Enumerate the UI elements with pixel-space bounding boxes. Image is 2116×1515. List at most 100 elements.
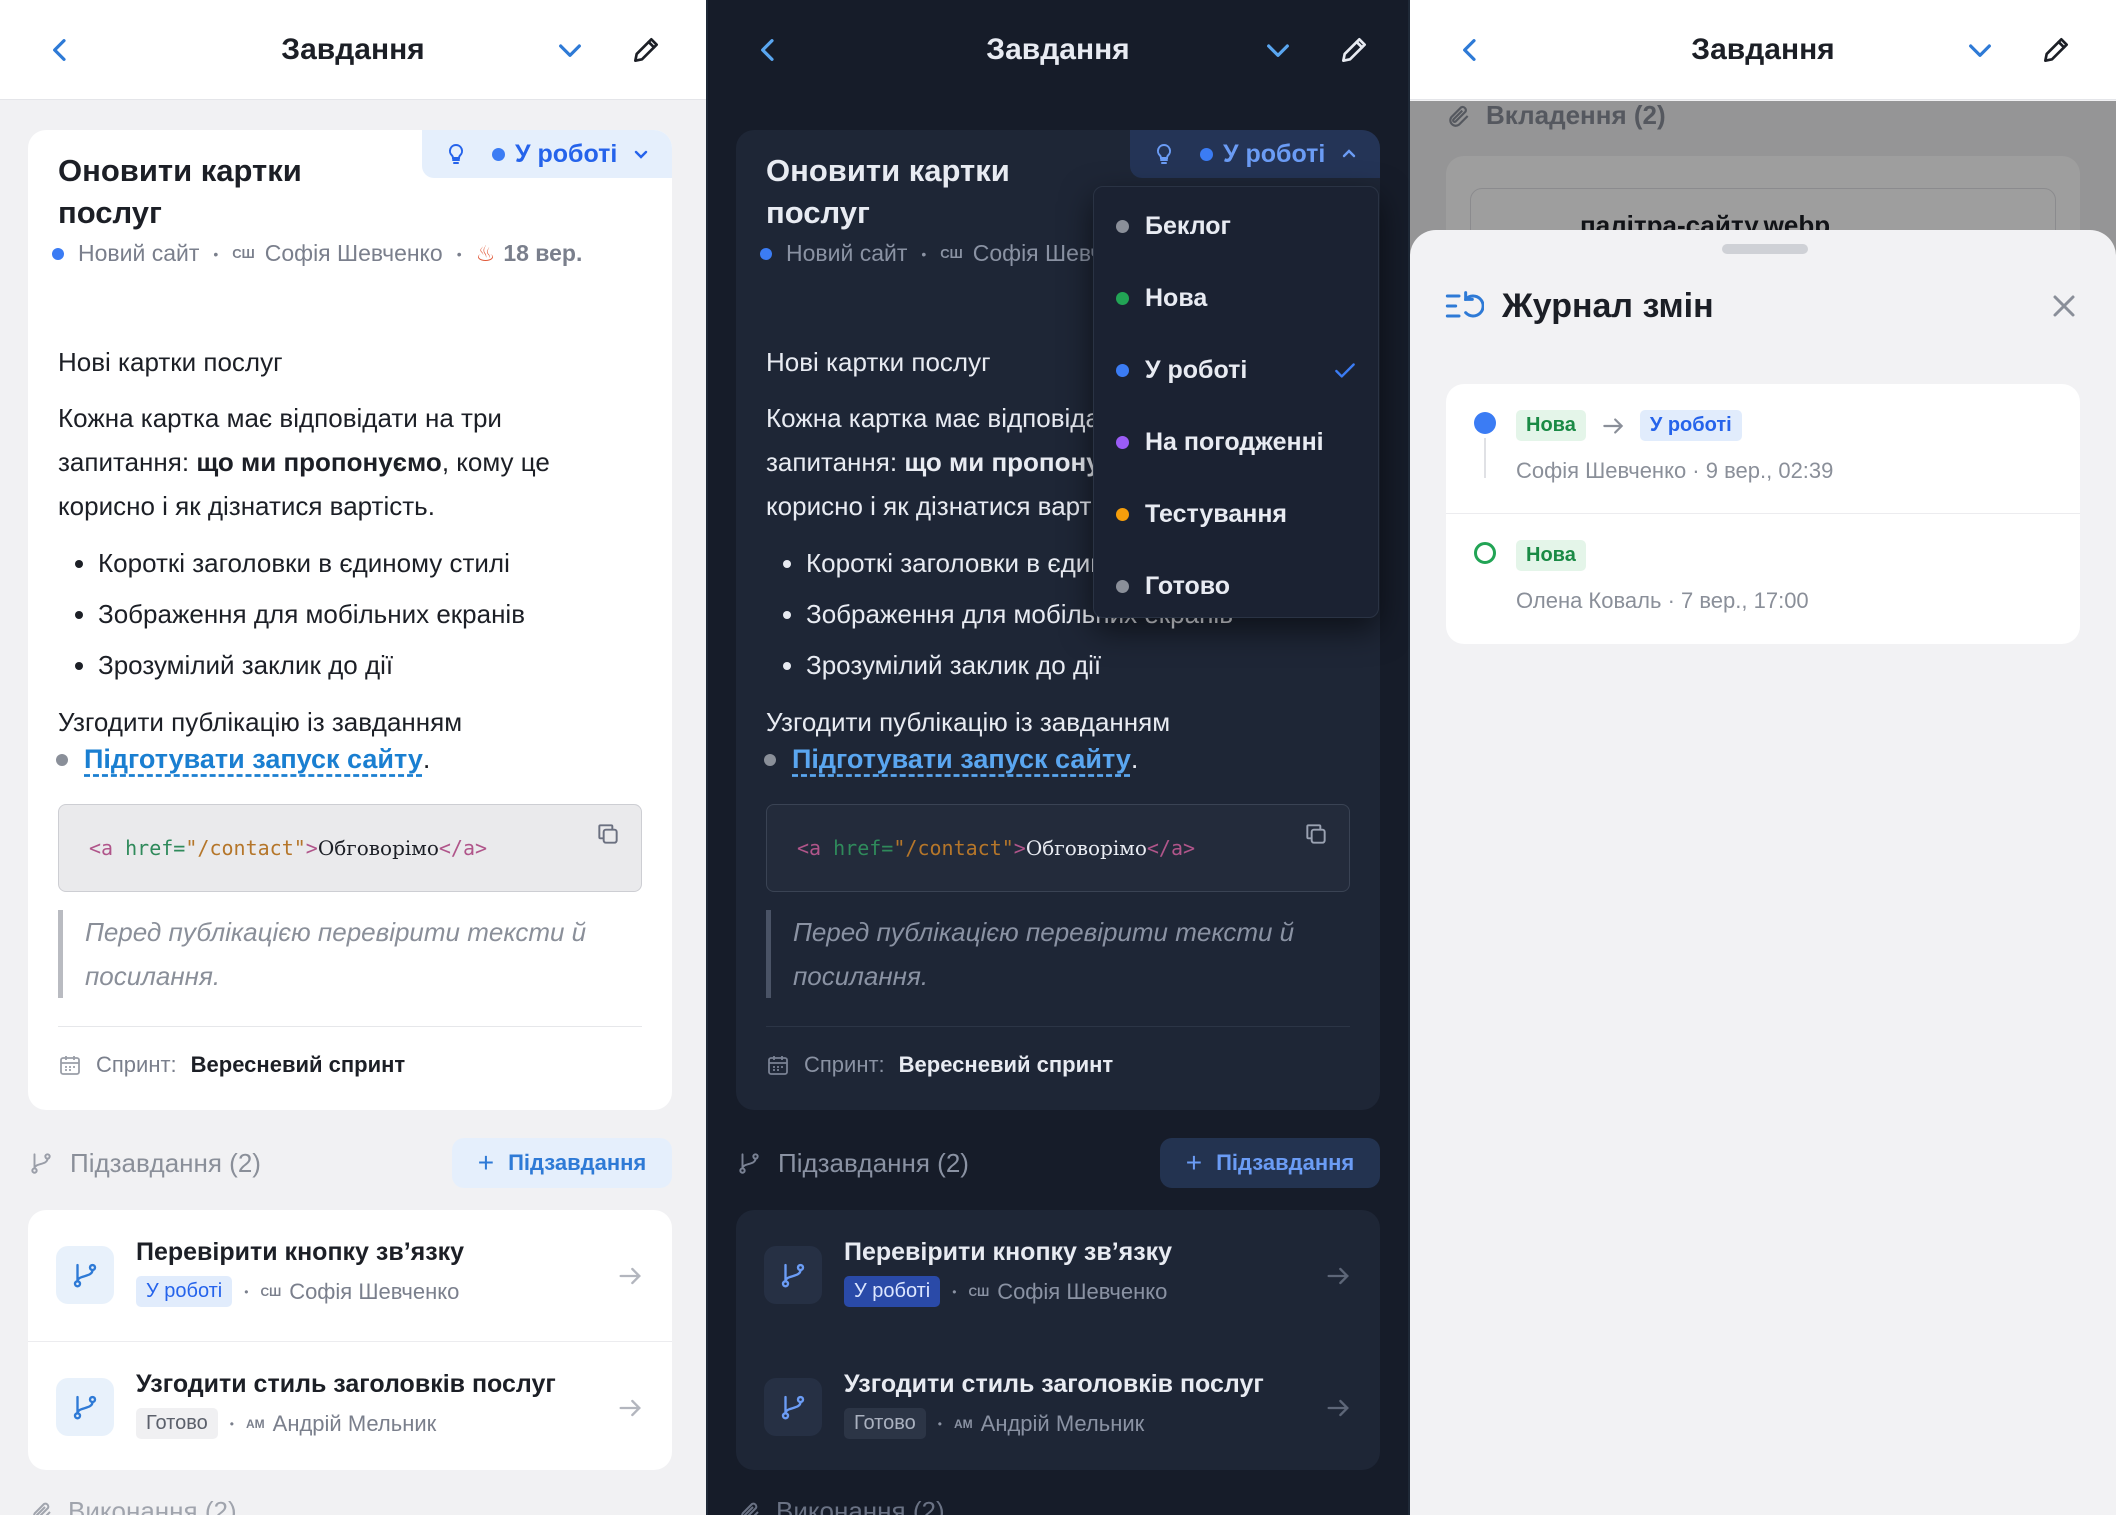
subtasks-header: Підзавдання (2) + Підзавдання (28, 1138, 672, 1188)
subtask-title: Перевірити кнопку зв’язку (844, 1238, 1173, 1266)
changelog-list: Нова У роботі Софія Шевченко · 9 вер., 0… (1446, 384, 2080, 644)
light-task-panel: Завдання Оновити картки послуг У роботі … (0, 0, 706, 1515)
status-badge: У роботі (844, 1276, 941, 1307)
subtask-meta: Готово • АМ Андрій Мельник (844, 1408, 1144, 1439)
sprint-row[interactable]: Спринт: Вересневий спринт (58, 1052, 405, 1078)
task-card: Оновити картки послуг У роботі Новий сай… (28, 130, 672, 1110)
status-badge: Готово (844, 1408, 926, 1439)
subtask-icon (56, 1378, 114, 1436)
close-icon[interactable] (2046, 288, 2082, 324)
divider (58, 1026, 642, 1027)
status-option-review[interactable]: На погодженні (1094, 406, 1380, 478)
changelog-entry: Нова У роботі Софія Шевченко · 9 вер., 0… (1446, 384, 2080, 514)
subtask-row[interactable]: Перевірити кнопку зв’язку У роботі • СШ … (736, 1210, 1380, 1342)
branch-icon (781, 1395, 805, 1420)
assignee-name: Андрій Мельник (980, 1410, 1145, 1436)
project-name[interactable]: Новий сайт (78, 240, 199, 267)
subtasks-list: Перевірити кнопку зв’язку У роботі • СШ … (28, 1210, 672, 1470)
subtask-meta: Готово • АМ Андрій Мельник (136, 1408, 436, 1439)
edit-pencil-icon[interactable] (2034, 28, 2078, 72)
linked-task: Підготувати запуск сайту. (764, 744, 1138, 775)
timeline-line (1484, 438, 1486, 478)
status-dropdown-button[interactable]: У роботі (1130, 130, 1380, 178)
chevron-up-icon (1343, 149, 1356, 158)
back-icon[interactable] (1448, 28, 1492, 72)
status-badge: Нова (1516, 410, 1586, 441)
avatar: АМ (245, 1416, 265, 1431)
page-title: Завдання (281, 32, 425, 66)
subtask-meta: У роботі • СШ Софія Шевченко (136, 1276, 459, 1307)
coordinate-text: Узгодити публікацію із завданням (766, 707, 1171, 737)
status-badge: Нова (1516, 540, 1586, 571)
changelog-meta: Софія Шевченко · 9 вер., 02:39 (1516, 458, 1834, 483)
subtasks-list: Перевірити кнопку зв’язку У роботі • СШ … (736, 1210, 1380, 1470)
status-option-backlog[interactable]: Беклог (1094, 190, 1380, 262)
subtask-icon (56, 1246, 114, 1304)
subtask-icon (764, 1378, 822, 1436)
linked-task: Підготувати запуск сайту. (56, 744, 430, 775)
history-list-icon (1445, 291, 1484, 318)
add-subtask-button[interactable]: + Підзавдання (452, 1138, 672, 1188)
subtask-meta: У роботі • СШ Софія Шевченко (844, 1276, 1167, 1307)
assignee-name: Софія Шевченко (997, 1278, 1168, 1304)
sheet-grabber[interactable] (1722, 244, 1808, 254)
copy-icon[interactable] (595, 821, 621, 847)
subtask-row[interactable]: Перевірити кнопку зв’язку У роботі • СШ … (28, 1210, 672, 1342)
status-label: У роботі (1223, 139, 1326, 168)
paperclip-icon (33, 1502, 51, 1515)
subtasks-title: Підзавдання (2) (70, 1147, 261, 1178)
edit-pencil-icon[interactable] (1332, 28, 1376, 72)
arrow-right-icon (1603, 417, 1624, 434)
chevron-down-icon (635, 150, 648, 159)
add-subtask-button[interactable]: + Підзавдання (1160, 1138, 1380, 1188)
subtask-title: Узгодити стиль заголовків послуг (844, 1370, 1264, 1398)
branch-icon (739, 1153, 759, 1174)
copy-icon[interactable] (1303, 821, 1329, 847)
assignee-name: Андрій Мельник (272, 1410, 437, 1436)
project-dot (52, 247, 64, 260)
subtask-row[interactable]: Узгодити стиль заголовків послуг Готово … (28, 1342, 672, 1470)
status-badge: Готово (136, 1408, 218, 1439)
chevron-down-icon[interactable] (1958, 28, 2002, 72)
back-icon[interactable] (746, 28, 790, 72)
subtask-row[interactable]: Узгодити стиль заголовків послуг Готово … (736, 1342, 1380, 1470)
task-meta: Новий сайт • СШ Софія Шевченко • ♨ 18 ве… (52, 240, 582, 267)
edit-pencil-icon[interactable] (624, 28, 668, 72)
linked-task-link[interactable]: Підготувати запуск сайту (792, 744, 1131, 775)
status-option-done[interactable]: Готово (1094, 550, 1380, 622)
project-name[interactable]: Новий сайт (786, 240, 907, 267)
status-dot (492, 147, 505, 161)
sprint-value: Вересневий спринт (190, 1052, 406, 1077)
branch-icon (31, 1153, 51, 1174)
sprint-value: Вересневий спринт (898, 1052, 1114, 1077)
changelog-header: Журнал змін (1444, 286, 1714, 326)
description-heading: Нові картки послуг (58, 347, 283, 377)
list-item: Зрозумілий заклик до дії (98, 640, 525, 691)
status-option-testing[interactable]: Тестування (1094, 478, 1380, 550)
timeline-dot (1474, 542, 1496, 564)
changelog-entry: Нова Олена Коваль · 7 вер., 17:00 (1446, 514, 2080, 644)
code-block: <a href= "/contact" > Обговорімо </a> (766, 804, 1350, 892)
arrow-right-icon (1327, 1267, 1349, 1285)
chevron-down-icon[interactable] (1256, 28, 1300, 72)
linked-task-link[interactable]: Підготувати запуск сайту (84, 744, 423, 775)
blockquote: Перед публікацією перевірити тексти й по… (766, 910, 1326, 998)
status-badge: У роботі (1639, 410, 1742, 441)
chevron-down-icon[interactable] (548, 28, 592, 72)
status-badge: У роботі (136, 1276, 233, 1307)
back-icon[interactable] (38, 28, 82, 72)
status-option-new[interactable]: Нова (1094, 262, 1380, 334)
timeline-dot (1474, 412, 1496, 434)
sprint-row[interactable]: Спринт: Вересневий спринт (766, 1052, 1113, 1078)
subtasks-title: Підзавдання (2) (778, 1147, 969, 1178)
assignee-name[interactable]: Софія Шевченко (265, 240, 443, 267)
arrow-right-icon (619, 1267, 641, 1285)
avatar: СШ (260, 1284, 282, 1299)
changelog-title: Журнал змін (1502, 286, 1714, 325)
subtasks-header: Підзавдання (2) + Підзавдання (736, 1138, 1380, 1188)
status-option-in-progress[interactable]: У роботі (1094, 334, 1380, 406)
status-dropdown-button[interactable]: У роботі (422, 130, 672, 178)
top-bar: Завдання (0, 0, 706, 100)
avatar: СШ (968, 1284, 990, 1299)
status-menu: Беклог Нова У роботі На погодженні Тесту… (1093, 186, 1379, 618)
